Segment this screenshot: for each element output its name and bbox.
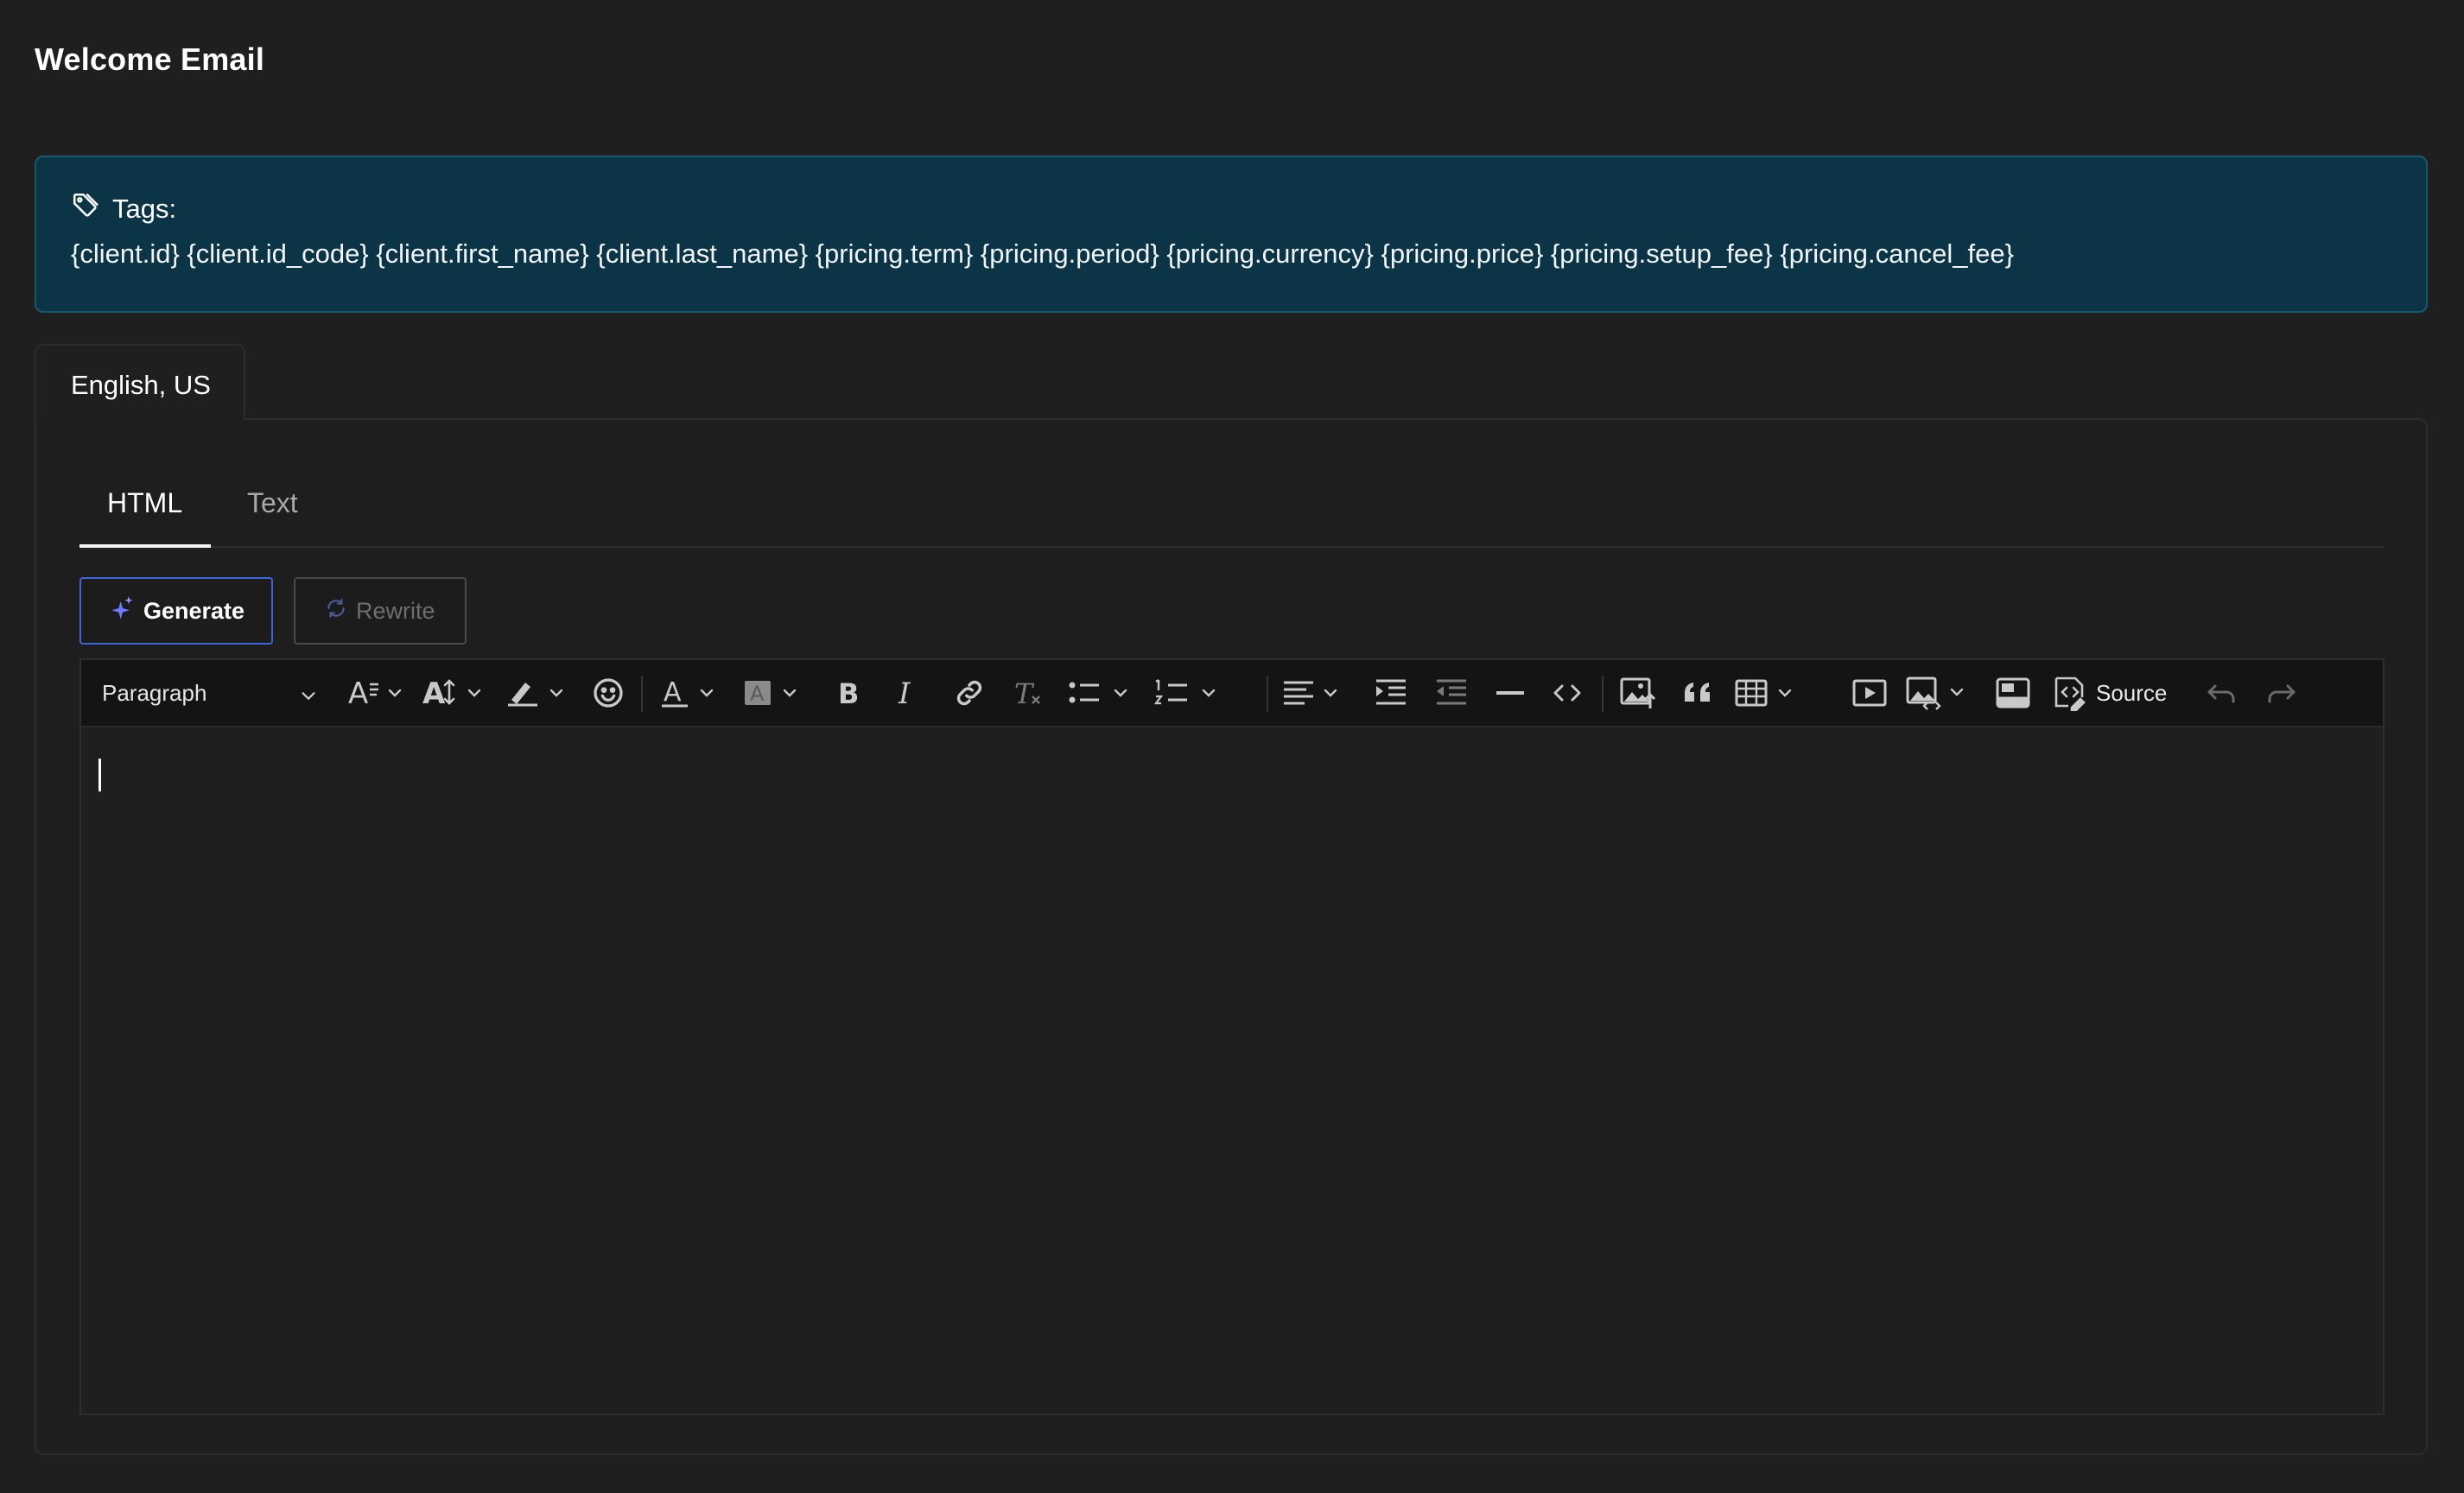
- tab-html-label: HTML: [107, 487, 183, 518]
- source-icon: [2051, 675, 2087, 711]
- template-icon[interactable]: [1987, 660, 2039, 726]
- svg-text:I: I: [898, 677, 911, 710]
- font-family-icon[interactable]: A: [342, 660, 411, 726]
- svg-text:T: T: [1014, 677, 1035, 710]
- text-cursor: [98, 759, 101, 791]
- block-format-select[interactable]: Paragraph: [102, 660, 318, 726]
- tags-list: {client.id} {client.id_code} {client.fir…: [71, 238, 2014, 269]
- background-color-icon[interactable]: A: [738, 660, 810, 726]
- bulleted-list-icon[interactable]: [1061, 660, 1147, 726]
- bold-icon[interactable]: B: [826, 660, 874, 726]
- tags-heading: Tags:: [71, 190, 2391, 228]
- indent-icon[interactable]: [1363, 660, 1419, 726]
- table-icon[interactable]: [1730, 660, 1814, 726]
- outdent-icon[interactable]: [1424, 660, 1479, 726]
- block-format-label: Paragraph: [102, 679, 207, 706]
- tag-icon: [71, 191, 112, 227]
- tab-text-label: Text: [247, 487, 298, 518]
- font-color-icon[interactable]: A: [655, 660, 727, 726]
- toolbar-separator: [1267, 676, 1268, 712]
- rich-text-editor: Paragraph A A A A B I T Source: [79, 658, 2385, 1415]
- tags-heading-label: Tags:: [112, 194, 177, 224]
- tab-html[interactable]: HTML: [79, 420, 211, 548]
- toolbar-separator: [1602, 676, 1604, 712]
- font-size-icon[interactable]: A: [420, 660, 491, 726]
- editor-content-area[interactable]: [81, 727, 2383, 1414]
- tags-panel: Tags: {client.id} {client.id_code} {clie…: [35, 156, 2428, 313]
- redo-icon[interactable]: [2255, 660, 2307, 726]
- svg-text:A: A: [348, 677, 368, 710]
- page-title: Welcome Email: [35, 41, 265, 77]
- insert-image-icon[interactable]: [1610, 660, 1666, 726]
- tab-text[interactable]: Text: [226, 420, 330, 548]
- sparkle-icon: [111, 595, 143, 627]
- numbered-list-icon[interactable]: [1147, 660, 1237, 726]
- generate-button-label: Generate: [143, 597, 245, 624]
- rewrite-button[interactable]: Rewrite: [294, 577, 467, 645]
- svg-text:A: A: [422, 677, 446, 710]
- horizontal-line-icon[interactable]: [1486, 660, 1534, 726]
- italic-icon[interactable]: I: [885, 660, 933, 726]
- remove-format-icon[interactable]: T: [1004, 660, 1052, 726]
- editor-toolbar: Paragraph A A A A B I T Source: [81, 660, 2383, 727]
- rewrite-button-label: Rewrite: [356, 597, 435, 624]
- align-icon[interactable]: [1277, 660, 1356, 726]
- undo-icon[interactable]: [2196, 660, 2248, 726]
- toolbar-separator: [641, 676, 643, 712]
- svg-text:A: A: [750, 682, 765, 706]
- svg-text:A: A: [664, 677, 682, 708]
- media-embed-icon[interactable]: [1844, 660, 1896, 726]
- html-embed-icon[interactable]: [1902, 660, 1982, 726]
- source-button[interactable]: Source: [2051, 660, 2181, 726]
- code-icon[interactable]: [1543, 660, 1591, 726]
- svg-text:B: B: [838, 677, 859, 710]
- highlight-icon[interactable]: [505, 660, 574, 726]
- tab-english-us[interactable]: English, US: [35, 344, 245, 420]
- template-card: HTML Text Generate Rewrite Paragraph A A…: [35, 418, 2428, 1455]
- mode-tabs: HTML Text: [79, 420, 2385, 548]
- generate-button[interactable]: Generate: [79, 577, 273, 645]
- chevron-down-icon: [299, 684, 318, 711]
- emoji-icon[interactable]: [587, 660, 629, 726]
- refresh-icon: [325, 597, 356, 626]
- link-icon[interactable]: [945, 660, 994, 726]
- blockquote-icon[interactable]: [1671, 660, 1726, 726]
- source-label: Source: [2096, 679, 2168, 706]
